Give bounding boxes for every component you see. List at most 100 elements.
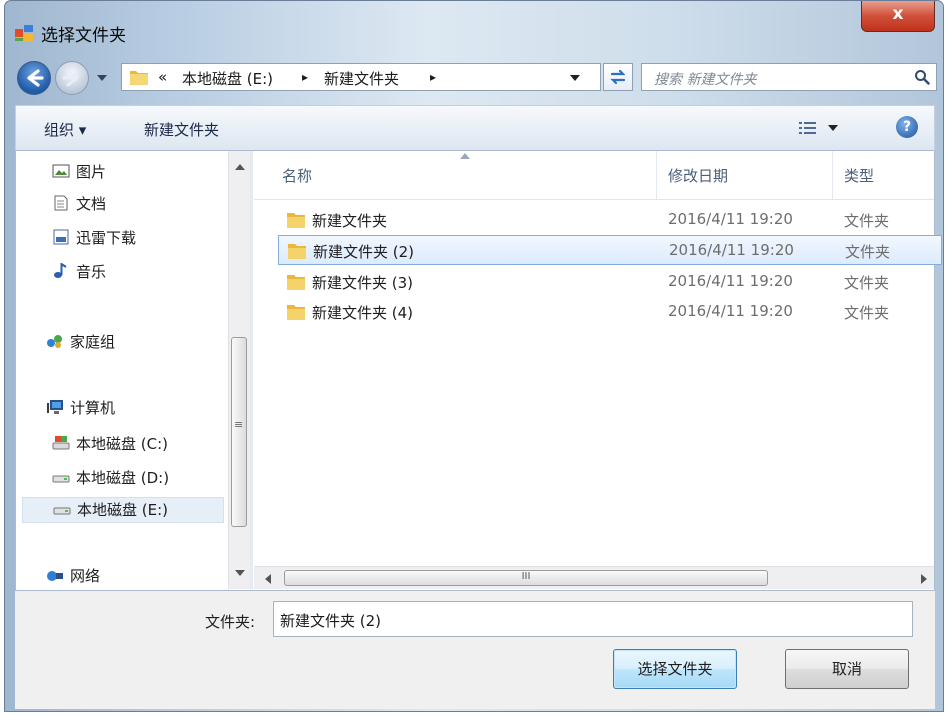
breadcrumb-separator-icon[interactable]: ▸ [302, 70, 308, 84]
nav-item-drive-d[interactable]: 本地磁盘 (D:) [52, 467, 169, 493]
drive-icon [53, 507, 71, 515]
address-dropdown-icon[interactable] [570, 74, 580, 82]
refresh-button[interactable] [603, 63, 633, 91]
recent-locations-dropdown-icon[interactable] [95, 71, 109, 85]
file-row[interactable]: 新建文件夹 (4) 2016/4/11 19:20 文件夹 [278, 297, 942, 327]
folder-icon [288, 244, 306, 259]
nav-item-label: 网络 [70, 567, 101, 585]
sort-ascending-icon [460, 153, 470, 159]
nav-item-drive-c[interactable]: 本地磁盘 (C:) [52, 433, 168, 459]
file-name: 新建文件夹 [312, 212, 388, 230]
file-modified: 2016/4/11 19:20 [668, 272, 793, 290]
column-header-row: 名称 修改日期 类型 [254, 151, 934, 200]
window-title: 选择文件夹 [41, 26, 126, 46]
dialog-body: 图片 文档 迅雷下载 音乐 家庭组 计算机 本地磁盘 (C:) 本地磁盘 (D:… [15, 151, 942, 591]
drive-icon [52, 475, 70, 483]
select-folder-button[interactable]: 选择文件夹 [613, 649, 737, 689]
scroll-left-arrow-icon[interactable] [264, 574, 272, 584]
file-type: 文件夹 [844, 304, 890, 322]
app-icon [15, 25, 33, 41]
help-icon[interactable]: ? [896, 116, 918, 138]
file-row-selected[interactable]: 新建文件夹 (2) 2016/4/11 19:20 文件夹 [278, 235, 942, 265]
navigation-pane: 图片 文档 迅雷下载 音乐 家庭组 计算机 本地磁盘 (C:) 本地磁盘 (D:… [16, 151, 252, 589]
scroll-up-arrow-icon[interactable] [235, 163, 245, 171]
file-name: 新建文件夹 (2) [313, 243, 415, 261]
column-header-name[interactable]: 名称 [282, 165, 312, 186]
nav-item-documents[interactable]: 文档 [52, 193, 106, 219]
nav-vertical-scrollbar[interactable]: ≡ [228, 151, 251, 589]
file-modified: 2016/4/11 19:20 [669, 241, 794, 259]
nav-item-label: 迅雷下载 [76, 229, 137, 247]
nav-item-network[interactable]: 网络 [46, 565, 100, 591]
nav-item-homegroup[interactable]: 家庭组 [46, 331, 115, 357]
file-row[interactable]: 新建文件夹 2016/4/11 19:20 文件夹 [278, 205, 942, 235]
folder-name-input[interactable]: 新建文件夹 (2) [273, 601, 913, 637]
nav-item-label: 本地磁盘 (C:) [76, 435, 168, 453]
file-name: 新建文件夹 (4) [312, 304, 414, 322]
pictures-icon [52, 164, 70, 178]
nav-item-drive-e[interactable]: 本地磁盘 (E:) [22, 497, 224, 523]
nav-item-label: 计算机 [70, 399, 116, 417]
address-bar[interactable]: « 本地磁盘 (E:) ▸ 新建文件夹 ▸ [121, 63, 601, 91]
column-header-type[interactable]: 类型 [844, 165, 874, 186]
file-list-horizontal-scrollbar[interactable]: III [254, 566, 934, 589]
network-icon [47, 571, 63, 581]
dialog-footer: 文件夹: 新建文件夹 (2) 选择文件夹 取消 [15, 591, 935, 709]
nav-item-label: 图片 [76, 163, 107, 181]
documents-icon [54, 195, 68, 211]
nav-item-label: 文档 [76, 195, 107, 213]
breadcrumb-drive-e[interactable]: 本地磁盘 (E:) [182, 68, 273, 89]
nav-scroll-thumb[interactable]: ≡ [231, 337, 247, 527]
file-list: 名称 修改日期 类型 新建文件夹 2016/4/11 19:20 文件夹 新建文… [254, 151, 942, 589]
scroll-right-arrow-icon[interactable] [920, 574, 928, 584]
breadcrumb-separator-icon[interactable]: ▸ [430, 70, 436, 84]
nav-item-computer[interactable]: 计算机 [46, 397, 115, 423]
nav-item-pictures[interactable]: 图片 [52, 161, 106, 187]
nav-item-music[interactable]: 音乐 [52, 261, 106, 287]
scroll-grip: ≡ [234, 418, 244, 431]
folder-icon [287, 275, 305, 290]
folder-icon [287, 213, 305, 228]
refresh-icon [610, 69, 626, 85]
navigation-bar: « 本地磁盘 (E:) ▸ 新建文件夹 ▸ 搜索 新建文件夹 [5, 57, 943, 101]
command-bar: 组织 ▾ 新建文件夹 ? [15, 105, 935, 151]
nav-item-label: 家庭组 [70, 333, 116, 351]
view-options-icon[interactable] [798, 120, 818, 136]
search-placeholder: 搜索 新建文件夹 [654, 72, 757, 88]
organize-menu[interactable]: 组织 ▾ [44, 119, 86, 140]
music-icon [54, 263, 67, 278]
file-type: 文件夹 [844, 212, 890, 230]
pane-splitter[interactable] [250, 151, 253, 589]
file-type: 文件夹 [844, 274, 890, 292]
file-row[interactable]: 新建文件夹 (3) 2016/4/11 19:20 文件夹 [278, 267, 942, 297]
back-arrow-icon [27, 69, 44, 87]
computer-icon [47, 400, 63, 414]
new-folder-button[interactable]: 新建文件夹 [144, 119, 219, 140]
cancel-button[interactable]: 取消 [785, 649, 909, 689]
file-modified: 2016/4/11 19:20 [668, 302, 793, 320]
breadcrumb-new-folder[interactable]: 新建文件夹 [324, 68, 399, 89]
scroll-down-arrow-icon[interactable] [235, 569, 245, 577]
view-dropdown-icon[interactable] [828, 124, 838, 132]
folder-field-label: 文件夹: [205, 613, 256, 631]
address-overflow[interactable]: « [158, 68, 167, 86]
column-divider[interactable] [832, 151, 833, 199]
folder-icon [287, 305, 305, 320]
title-bar[interactable]: 选择文件夹 x [5, 1, 943, 57]
search-box[interactable]: 搜索 新建文件夹 [641, 63, 937, 91]
column-header-modified[interactable]: 修改日期 [668, 165, 728, 186]
close-button[interactable]: x [861, 1, 935, 32]
file-list-scroll-thumb[interactable]: III [284, 570, 768, 586]
nav-item-label: 音乐 [76, 263, 107, 281]
nav-item-label: 本地磁盘 (D:) [76, 469, 170, 487]
search-icon[interactable] [914, 69, 930, 85]
file-name: 新建文件夹 (3) [312, 274, 414, 292]
nav-item-thunder-downloads[interactable]: 迅雷下载 [52, 227, 136, 253]
download-folder-icon [53, 229, 69, 245]
folder-icon [130, 71, 148, 85]
system-drive-icon [52, 436, 70, 450]
column-divider[interactable] [656, 151, 657, 199]
back-button[interactable] [17, 61, 51, 95]
forward-button[interactable] [55, 61, 89, 95]
forward-arrow-icon [62, 69, 79, 87]
